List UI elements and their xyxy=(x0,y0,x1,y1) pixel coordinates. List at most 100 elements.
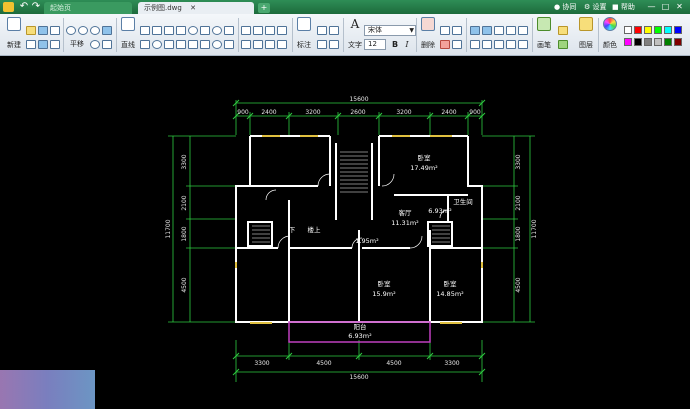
block-icon[interactable] xyxy=(224,40,234,49)
room-area: 14.85m² xyxy=(436,290,464,298)
undo-icon[interactable]: ↶ xyxy=(18,1,30,13)
color-swatch[interactable] xyxy=(674,38,682,46)
leader-icon[interactable] xyxy=(329,40,339,49)
zoom-extents-icon[interactable] xyxy=(102,26,112,35)
offset-icon[interactable] xyxy=(241,26,251,35)
scissors-icon[interactable] xyxy=(440,26,450,35)
color-swatch[interactable] xyxy=(654,26,662,34)
aligned-dim-icon[interactable] xyxy=(317,26,327,35)
dim-top-7: 900 xyxy=(469,109,481,116)
tab-drawing[interactable]: 示例图.dwg ✕ xyxy=(138,2,254,14)
donut-icon[interactable] xyxy=(152,40,162,49)
arc-icon[interactable] xyxy=(152,26,162,35)
erase-button[interactable]: 删除 xyxy=(418,17,438,50)
cut-icon[interactable] xyxy=(440,40,450,49)
color-swatch[interactable] xyxy=(624,38,632,46)
extend-icon[interactable] xyxy=(265,26,275,35)
area-icon[interactable] xyxy=(482,26,492,35)
point-icon[interactable] xyxy=(212,40,222,49)
triangle-icon[interactable] xyxy=(140,40,150,49)
save-as-icon[interactable] xyxy=(26,40,36,49)
overall-height-right: 11700 xyxy=(531,219,538,238)
pan-button[interactable]: 平移 xyxy=(66,35,88,49)
rotate-icon[interactable] xyxy=(265,40,275,49)
new-tab-button[interactable]: + xyxy=(258,3,270,13)
scale-icon[interactable] xyxy=(482,40,492,49)
zoom-window-icon[interactable] xyxy=(90,26,100,35)
title-bar: ↶ ↷ 起始页 示例图.dwg ✕ + ● 协同 ⚙ 设置 ■ 帮助 — □ ✕ xyxy=(0,0,690,14)
redo-icon[interactable]: ↷ xyxy=(30,1,42,13)
zoom-realtime-icon[interactable] xyxy=(90,40,100,49)
coordinates-icon[interactable] xyxy=(506,26,516,35)
mirror-icon[interactable] xyxy=(277,40,287,49)
tab-start-page[interactable]: 起始页 xyxy=(44,2,132,14)
color-button[interactable]: 颜色 xyxy=(600,17,620,50)
minimize-button[interactable]: — xyxy=(646,1,657,12)
distance-icon[interactable] xyxy=(494,26,504,35)
spline-icon[interactable] xyxy=(176,26,186,35)
array-icon[interactable] xyxy=(470,40,480,49)
text-button[interactable]: A 文字 xyxy=(345,17,365,50)
color-swatch[interactable] xyxy=(644,26,652,34)
angular-dim-icon[interactable] xyxy=(329,26,339,35)
polyline-icon[interactable] xyxy=(140,26,150,35)
rectangle-icon[interactable] xyxy=(200,26,210,35)
font-family-select[interactable]: 宋体 ▼ xyxy=(364,25,416,36)
new-file-button[interactable]: 新建 xyxy=(4,17,24,50)
save-icon[interactable] xyxy=(38,26,48,35)
open-icon[interactable] xyxy=(26,26,36,35)
parallelogram-icon[interactable] xyxy=(176,40,186,49)
color-swatch[interactable] xyxy=(634,26,642,34)
maximize-button[interactable]: □ xyxy=(660,1,671,12)
bold-button[interactable]: B xyxy=(390,39,400,50)
move-icon[interactable] xyxy=(253,40,263,49)
hatch-icon[interactable] xyxy=(224,26,234,35)
join-icon[interactable] xyxy=(518,40,528,49)
fillet-icon[interactable] xyxy=(277,26,287,35)
paste-icon[interactable] xyxy=(452,40,462,49)
pen-button[interactable]: 画笔 xyxy=(534,17,554,50)
layer-match-icon[interactable] xyxy=(558,40,568,49)
image-icon[interactable] xyxy=(50,40,60,49)
color-swatch[interactable] xyxy=(664,38,672,46)
print-icon[interactable] xyxy=(50,26,60,35)
italic-button[interactable]: I xyxy=(402,39,412,50)
collaborate-button[interactable]: ● 协同 xyxy=(554,2,576,13)
layer-state-icon[interactable] xyxy=(558,26,568,35)
export-icon[interactable] xyxy=(38,40,48,49)
color-swatch[interactable] xyxy=(654,38,662,46)
color-swatch[interactable] xyxy=(664,26,672,34)
help-icon: ■ xyxy=(612,3,619,11)
cloud-icon[interactable] xyxy=(200,40,210,49)
stretch-icon[interactable] xyxy=(494,40,504,49)
color-swatch[interactable] xyxy=(674,26,682,34)
curve-icon[interactable] xyxy=(164,26,174,35)
copy-icon[interactable] xyxy=(241,40,251,49)
color-swatch[interactable] xyxy=(644,38,652,46)
color-swatch[interactable] xyxy=(634,38,642,46)
radius-dim-icon[interactable] xyxy=(317,40,327,49)
polygon-icon[interactable] xyxy=(164,40,174,49)
brush-icon[interactable] xyxy=(452,26,462,35)
close-icon[interactable]: ✕ xyxy=(190,4,196,12)
settings-button[interactable]: ⚙ 设置 xyxy=(584,2,607,13)
new-file-icon xyxy=(7,17,21,31)
full-screen-icon[interactable] xyxy=(102,40,112,49)
line-button[interactable]: 直线 xyxy=(118,17,138,50)
drawing-canvas[interactable]: 15600 900 2400 3200 2600 3200 2400 900 3… xyxy=(0,57,690,409)
zoom-out-icon[interactable] xyxy=(78,26,88,35)
measure-icon[interactable] xyxy=(470,26,480,35)
trapezoid-icon[interactable] xyxy=(188,40,198,49)
explode-icon[interactable] xyxy=(518,26,528,35)
circle-icon[interactable] xyxy=(188,26,198,35)
color-swatch[interactable] xyxy=(624,26,632,34)
break-icon[interactable] xyxy=(506,40,516,49)
trim-icon[interactable] xyxy=(253,26,263,35)
close-window-button[interactable]: ✕ xyxy=(674,1,685,12)
zoom-in-icon[interactable] xyxy=(66,26,76,35)
ellipse-icon[interactable] xyxy=(212,26,222,35)
font-size-select[interactable]: 12 xyxy=(364,39,386,50)
help-button[interactable]: ■ 帮助 xyxy=(612,2,635,13)
layers-button[interactable]: 图层 xyxy=(576,17,596,50)
dimension-button[interactable]: 标注 xyxy=(294,17,314,50)
